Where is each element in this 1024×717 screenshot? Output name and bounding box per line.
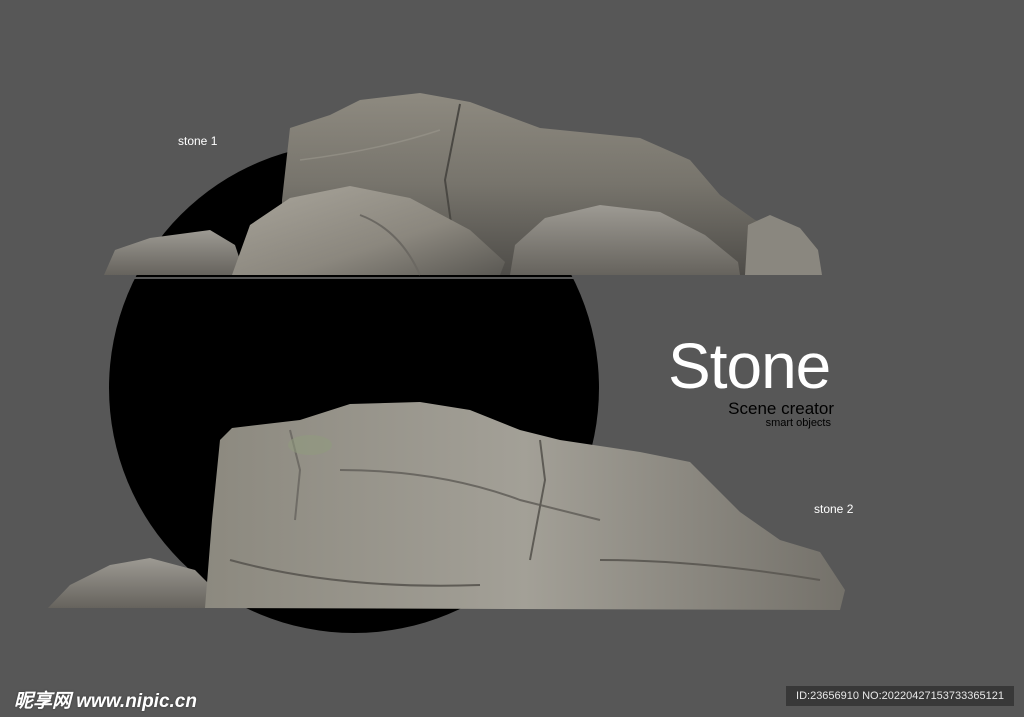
page-title: Stone <box>668 330 831 402</box>
stone-1-label: stone 1 <box>178 134 218 148</box>
separator-band <box>0 277 1024 279</box>
subtitle: Scene creator <box>728 399 834 418</box>
watermark-id: ID:23656910 NO:20220427153733365121 <box>786 686 1014 706</box>
scene-canvas <box>0 93 1024 633</box>
watermark-site: 昵享网 www.nipic.cn <box>14 691 197 712</box>
stone-1-group <box>104 93 822 276</box>
subtitle-small: smart objects <box>765 417 831 429</box>
stone-2-label: stone 2 <box>814 502 854 516</box>
stone-2-big-slab <box>205 402 845 610</box>
stone-1-far-right-rock <box>745 215 822 275</box>
